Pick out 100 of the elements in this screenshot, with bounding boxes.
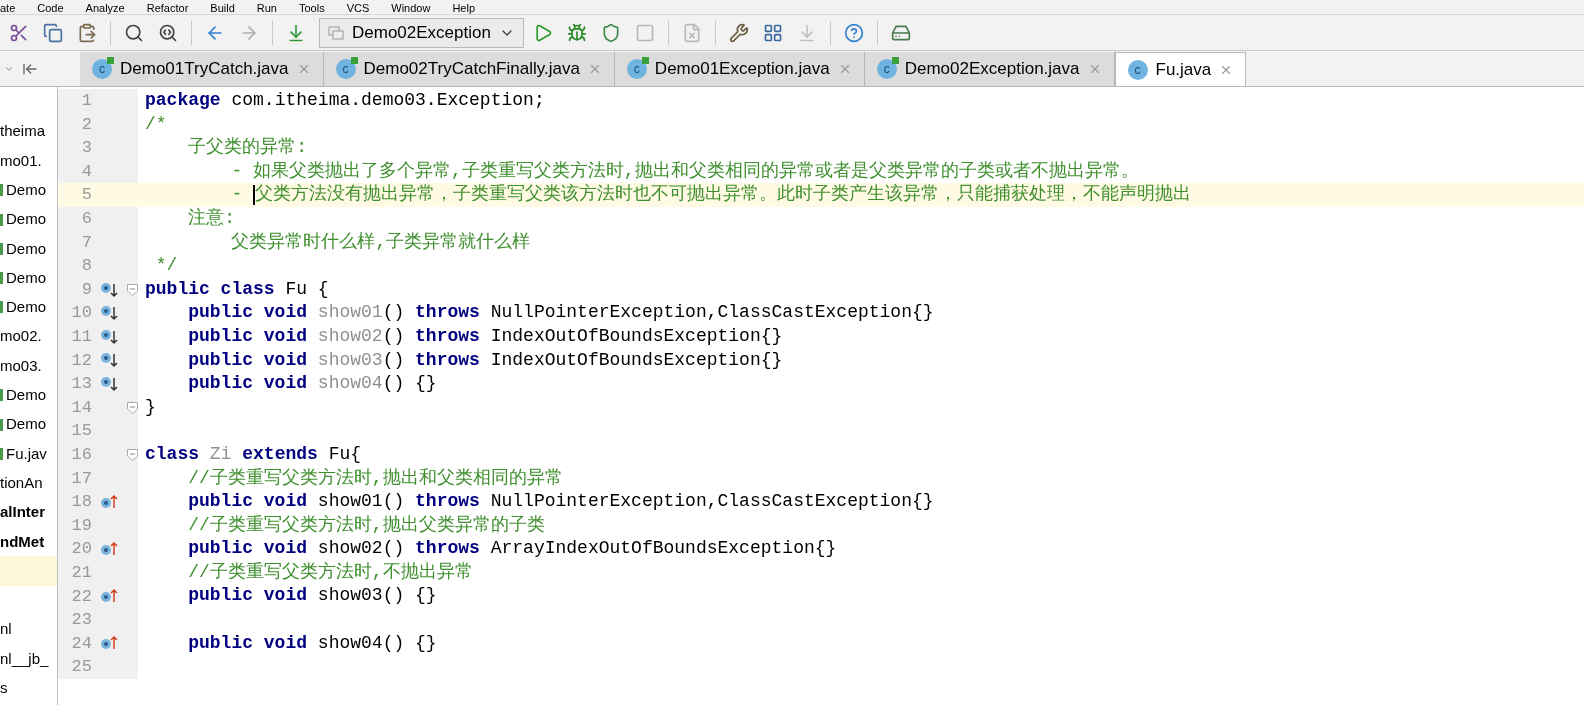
tree-item[interactable]: Fu.jav	[6, 442, 47, 466]
class-marker-icon	[0, 389, 3, 402]
tree-item[interactable]: Demo	[6, 208, 46, 231]
line-number: 22	[70, 585, 92, 608]
code-line: public class Fu {	[145, 277, 329, 301]
tree-item[interactable]: Demo	[6, 179, 46, 202]
implemented-marker-icon[interactable]	[100, 328, 118, 345]
code-line: public void show01() throws NullPointerException,ClassCastException{}	[187, 490, 934, 514]
line-number: 13	[70, 373, 92, 396]
run-configuration-dropdown[interactable]: Demo02Exception	[319, 17, 524, 48]
tree-item[interactable]: nl	[0, 618, 12, 641]
overrides-marker-icon[interactable]	[100, 635, 118, 652]
code-line: public void show03() {}	[187, 584, 437, 608]
line-number: 18	[70, 491, 92, 514]
line-number: 19	[70, 514, 92, 537]
tree-item[interactable]: Demo	[6, 384, 46, 407]
tree-item[interactable]: Demo	[6, 237, 46, 261]
editor-tab[interactable]: c Demo01TryCatch.java	[80, 52, 324, 86]
menu-item[interactable]: Code	[37, 2, 64, 14]
class-marker-icon	[0, 447, 3, 460]
menu-item[interactable]: Refactor	[146, 2, 189, 14]
menu-item[interactable]: Build	[210, 2, 235, 14]
line-number: 16	[70, 443, 92, 466]
menu-item[interactable]: Help	[452, 2, 476, 14]
implemented-marker-icon[interactable]	[100, 375, 118, 392]
class-marker-icon	[0, 418, 3, 431]
line-number: 10	[70, 302, 92, 325]
tree-item[interactable]: alInter	[0, 501, 45, 524]
line-number: 6	[80, 208, 92, 230]
tree-item[interactable]: nl__jb_	[0, 647, 49, 671]
code-line: */	[154, 254, 178, 278]
code-line: public void show02() throws IndexOutOfBoundsException{}	[187, 324, 783, 348]
code-line: 子父类的异常:	[187, 136, 307, 160]
line-number: 20	[70, 538, 92, 561]
fold-marker-icon[interactable]	[127, 448, 138, 461]
tree-item[interactable]: Demo	[6, 266, 46, 290]
class-marker-icon	[0, 301, 3, 314]
tree-item[interactable]: mo02.	[0, 325, 42, 348]
line-number: 8	[80, 255, 92, 278]
code-line: //子类重写父类方法时,不抛出异常	[187, 560, 473, 584]
code-line: public void show01() throws NullPointerException,ClassCastException{}	[187, 301, 934, 325]
tree-item[interactable]: s	[0, 677, 8, 700]
menu-item[interactable]: Tools	[298, 2, 325, 14]
line-number: 4	[80, 160, 92, 183]
code-line: //子类重写父类方法时,抛出父类异常的子类	[187, 513, 545, 537]
implemented-marker-icon[interactable]	[100, 281, 118, 298]
tree-item[interactable]: Demo	[6, 296, 46, 319]
menu-item[interactable]: Analyze	[85, 2, 125, 14]
tab-label: Demo02Exception.java	[904, 58, 1080, 81]
code-line: 父类异常时什么样,子类异常就什么样	[230, 230, 531, 254]
code-line: /*	[145, 112, 167, 136]
tree-item[interactable]: tionAn	[0, 471, 43, 495]
line-number: 12	[70, 349, 92, 372]
tab-label: Demo02TryCatchFinally.java	[363, 58, 580, 81]
code-line: class Zi extends Fu{	[145, 442, 362, 466]
menu-item[interactable]: Run	[256, 2, 277, 14]
class-file-icon: c	[335, 59, 356, 79]
tree-item[interactable]: Demo	[6, 413, 46, 436]
code-line: //子类重写父类方法时,抛出和父类相同的异常	[187, 466, 563, 490]
code-line: public void show04() {}	[187, 631, 437, 655]
line-number: 15	[70, 420, 92, 443]
line-number: 14	[70, 396, 92, 419]
class-marker-icon	[0, 242, 3, 255]
tab-label: Fu.java	[1155, 58, 1212, 81]
line-number: 21	[70, 561, 92, 584]
overrides-marker-icon[interactable]	[100, 588, 118, 605]
menu-item[interactable]: ate	[0, 2, 16, 14]
line-number: 3	[80, 137, 92, 160]
overrides-marker-icon[interactable]	[100, 541, 118, 558]
code-line: }	[145, 395, 156, 419]
line-number: 5	[80, 184, 92, 207]
tab-label: Demo01Exception.java	[654, 58, 830, 81]
tree-item[interactable]: theima	[0, 120, 46, 143]
tree-item[interactable]: mo03.	[0, 354, 42, 378]
editor-tab[interactable]: c Demo02Exception.java	[864, 52, 1115, 86]
menu-item[interactable]: VCS	[346, 2, 370, 14]
line-number: 9	[80, 278, 92, 301]
text-cursor	[253, 185, 256, 206]
code-line: - 父类方法没有抛出异常，子类重写父类该方法时也不可抛出异常。此时子类产生该异常，只能捕获处理，不能声明抛出	[230, 183, 1192, 207]
line-number: 7	[80, 231, 92, 254]
editor-tab[interactable]: c Demo01Exception.java	[614, 52, 865, 86]
line-number: 25	[70, 656, 92, 679]
tree-item[interactable]: mo01.	[0, 149, 42, 173]
class-marker-icon	[0, 272, 3, 285]
fold-marker-icon[interactable]	[127, 401, 138, 414]
code-line: public void show04() {}	[187, 372, 437, 396]
class-marker-icon	[0, 213, 3, 226]
code-line: public void show03() throws IndexOutOfBoundsException{}	[187, 348, 783, 372]
tree-item[interactable]: ndMet	[0, 530, 45, 554]
overrides-marker-icon[interactable]	[100, 493, 118, 510]
implemented-marker-icon[interactable]	[100, 352, 118, 369]
implemented-marker-icon[interactable]	[100, 305, 118, 322]
menu-item[interactable]: Window	[391, 2, 431, 14]
fold-marker-icon[interactable]	[127, 283, 138, 296]
line-number: 23	[70, 609, 92, 632]
class-file-icon: c	[1127, 59, 1148, 80]
editor-tab[interactable]: c Demo02TryCatchFinally.java	[323, 52, 615, 86]
line-number: 1	[80, 90, 92, 113]
code-line: public void show02() throws ArrayIndexOutOfBoundsException{}	[187, 537, 837, 561]
editor-tab[interactable]: c Fu.java	[1114, 52, 1247, 86]
